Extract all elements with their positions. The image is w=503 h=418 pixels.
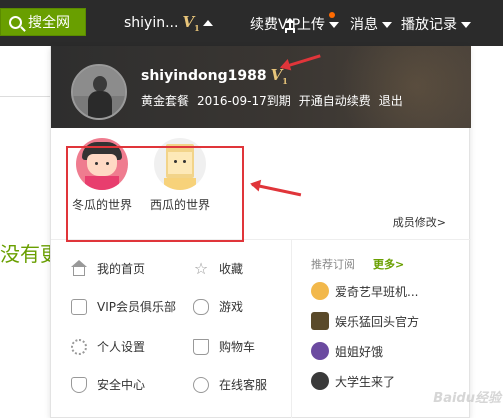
star-icon [193, 261, 209, 277]
chevron-down-icon [461, 22, 471, 28]
gear-icon [71, 338, 87, 355]
history-menu[interactable]: 播放记录 [401, 14, 471, 34]
membership-expiry: 2016-09-17到期 [197, 94, 291, 108]
menu-divider [291, 240, 292, 418]
upload-label: 上传 [297, 17, 325, 33]
recommend-item-name: 大学生来了 [335, 374, 396, 389]
menu-item-vip-club[interactable]: VIP会员俱乐部 [71, 298, 176, 315]
headset-icon [193, 376, 209, 393]
recommend-item-name: 姐姐好饿 [335, 344, 384, 359]
shield-icon [71, 376, 87, 393]
menu-item-label: 游戏 [219, 300, 244, 314]
logout-link[interactable]: 退出 [379, 94, 403, 108]
menu-item-label: 收藏 [219, 262, 244, 276]
vip-badge-level: 1 [194, 23, 200, 33]
channel-avatar [311, 342, 329, 360]
avatar[interactable] [71, 64, 127, 120]
recommend-title: 推荐订阅 [311, 258, 355, 271]
menu-item-support[interactable]: 在线客服 [193, 376, 267, 393]
recommend-item[interactable]: 大学生来了 [311, 372, 395, 390]
chevron-down-icon [329, 22, 339, 28]
search-all-button[interactable]: 搜全网 [0, 8, 86, 36]
background-divider [0, 96, 50, 97]
profile-username[interactable]: shiyindong1988 V1 [141, 66, 288, 86]
user-menu-trigger[interactable]: shiyin... V1 [124, 13, 213, 33]
search-all-label: 搜全网 [28, 15, 70, 31]
top-nav-bar: 搜全网 shiyin... V1 续费VIP 上传 消息 播放记录 [0, 0, 503, 46]
profile-header: shiyindong1988 V1 黄金套餐 2016-09-17到期 开通自动续费… [51, 46, 471, 128]
user-short-name: shiyin... [124, 15, 179, 31]
menu-item-label: VIP会员俱乐部 [97, 300, 176, 314]
chevron-down-icon [382, 22, 392, 28]
menu-item-label: 我的首页 [97, 262, 146, 276]
menu-item-label: 个人设置 [97, 340, 146, 354]
menu-item-cart[interactable]: 购物车 [193, 338, 255, 355]
member-edit-link[interactable]: 成员修改> [393, 214, 446, 230]
annotation-highlight-box [66, 146, 244, 242]
gamepad-icon [193, 298, 209, 315]
menu-item-security[interactable]: 安全中心 [71, 376, 145, 393]
messages-menu[interactable]: 消息 [350, 14, 392, 34]
menu-item-label: 安全中心 [97, 378, 146, 392]
channel-avatar [311, 312, 329, 330]
background-partial-text: 没有更 [0, 242, 52, 266]
vip-badge-icon: V1 [182, 13, 199, 33]
menu-item-favorites[interactable]: 收藏 [193, 260, 243, 277]
recommend-item[interactable]: 姐姐好饿 [311, 342, 383, 360]
profile-username-text: shiyindong1988 [141, 68, 267, 84]
membership-info: 黄金套餐 2016-09-17到期 开通自动续费 退出 [141, 92, 411, 109]
menu-item-label: 购物车 [219, 340, 256, 354]
vip-badge-level: 1 [282, 76, 288, 86]
vip-badge-letter: V [182, 13, 195, 31]
upload-icon [285, 18, 295, 30]
messages-label: 消息 [350, 17, 378, 33]
membership-package: 黄金套餐 [141, 94, 190, 108]
menu-item-games[interactable]: 游戏 [193, 298, 243, 315]
channel-avatar [311, 372, 329, 390]
history-label: 播放记录 [401, 17, 457, 33]
menu-item-home[interactable]: 我的首页 [71, 260, 145, 277]
menu-item-label: 在线客服 [219, 378, 268, 392]
crown-icon [71, 298, 87, 315]
search-icon [9, 15, 22, 29]
menu-item-settings[interactable]: 个人设置 [71, 338, 145, 355]
auto-renew-link[interactable]: 开通自动续费 [299, 94, 371, 108]
cart-icon [193, 338, 209, 355]
channel-avatar [311, 282, 329, 300]
recommend-item[interactable]: 娱乐猛回头官方 [311, 312, 419, 330]
watermark-logo: Baidu经验 [433, 391, 501, 406]
caret-up-icon [202, 20, 213, 26]
notification-dot [329, 12, 335, 18]
recommend-item-name: 爱奇艺早班机... [335, 284, 419, 299]
recommend-more-link[interactable]: 更多> [373, 256, 404, 272]
home-icon [71, 260, 87, 276]
recommend-item[interactable]: 爱奇艺早班机... [311, 282, 418, 300]
recommend-item-name: 娱乐猛回头官方 [335, 314, 420, 329]
